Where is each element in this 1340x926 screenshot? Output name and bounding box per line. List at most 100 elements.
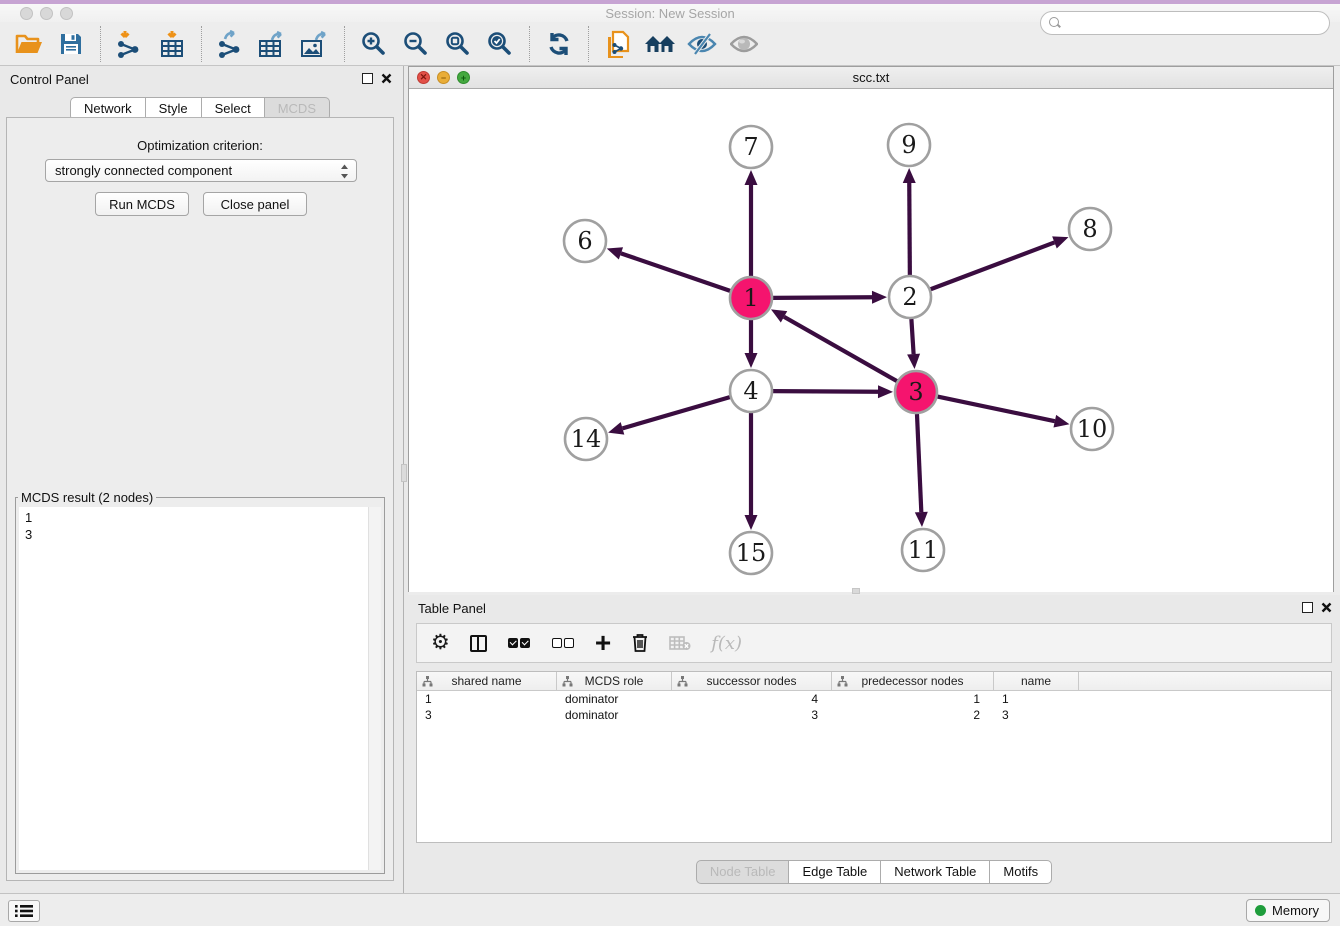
graph-edge-1-6[interactable] bbox=[621, 253, 730, 291]
graph-node-label-6: 6 bbox=[577, 227, 592, 255]
zoom-in-icon[interactable] bbox=[356, 26, 392, 62]
table-cell[interactable]: 1 bbox=[417, 692, 557, 706]
table-cell[interactable]: 3 bbox=[672, 708, 832, 722]
select-all-icon[interactable] bbox=[507, 631, 531, 655]
mcds-result-group: MCDS result (2 nodes) 1 3 bbox=[15, 490, 385, 874]
zoom-selected-icon[interactable] bbox=[482, 26, 518, 62]
memory-button[interactable]: Memory bbox=[1246, 899, 1330, 922]
table-panel: Table Panel ⚙ + f(x) shared nameMCDS rol… bbox=[408, 595, 1340, 893]
toolbar-separator bbox=[344, 26, 345, 62]
import-network-icon[interactable] bbox=[112, 26, 148, 62]
search-box[interactable] bbox=[1040, 11, 1330, 35]
network-canvas[interactable]: 7968124314101511 bbox=[409, 89, 1333, 592]
graph-edge-3-11[interactable] bbox=[917, 414, 921, 512]
mcds-result-area[interactable]: 1 3 bbox=[19, 507, 381, 870]
graph-node-label-7: 7 bbox=[743, 133, 758, 161]
optimization-criterion-label: Optimization criterion: bbox=[7, 138, 393, 153]
zoom-out-icon[interactable] bbox=[398, 26, 434, 62]
float-table-panel-icon[interactable] bbox=[1302, 602, 1313, 613]
table-header-row: shared nameMCDS rolesuccessor nodesprede… bbox=[417, 672, 1331, 691]
zoom-fit-icon[interactable] bbox=[440, 26, 476, 62]
network-table-splitter-handle[interactable] bbox=[852, 588, 860, 594]
table-cell[interactable]: 1 bbox=[994, 692, 1079, 706]
optimization-criterion-select[interactable]: strongly connected component bbox=[45, 159, 357, 182]
panel-splitter[interactable] bbox=[400, 66, 408, 893]
refresh-icon[interactable] bbox=[541, 26, 577, 62]
task-history-button[interactable] bbox=[8, 900, 40, 922]
mcds-result-text: 1 3 bbox=[25, 509, 32, 543]
column-header-shared-name[interactable]: shared name bbox=[417, 672, 557, 690]
column-header-successor-nodes[interactable]: successor nodes bbox=[672, 672, 832, 690]
clone-network-icon[interactable] bbox=[600, 26, 636, 62]
table-tab-node-table[interactable]: Node Table bbox=[696, 860, 790, 884]
table-panel-title: Table Panel bbox=[418, 601, 486, 616]
graph-edge-3-10[interactable] bbox=[938, 397, 1055, 422]
result-scrollbar[interactable] bbox=[368, 507, 381, 870]
add-column-icon[interactable]: + bbox=[595, 631, 611, 655]
table-tab-motifs[interactable]: Motifs bbox=[990, 860, 1052, 884]
delete-column-icon[interactable] bbox=[631, 631, 649, 655]
export-network-icon[interactable] bbox=[213, 26, 249, 62]
graph-edge-arrow bbox=[907, 354, 920, 369]
table-cell[interactable]: 1 bbox=[832, 692, 994, 706]
search-input[interactable] bbox=[1067, 16, 1317, 31]
table-cell[interactable]: dominator bbox=[557, 692, 672, 706]
search-icon bbox=[1049, 17, 1062, 30]
table-cell[interactable]: 3 bbox=[994, 708, 1079, 722]
table-row[interactable]: 1dominator411 bbox=[417, 691, 1331, 707]
splitter-handle[interactable] bbox=[401, 464, 407, 482]
import-table-icon[interactable] bbox=[154, 26, 190, 62]
node-table[interactable]: shared nameMCDS rolesuccessor nodesprede… bbox=[416, 671, 1332, 843]
graph-edge-arrow bbox=[1052, 236, 1068, 248]
graph-node-label-2: 2 bbox=[902, 283, 917, 311]
graph-edge-2-3[interactable] bbox=[911, 319, 913, 354]
close-panel-icon[interactable] bbox=[381, 73, 392, 84]
table-cell[interactable]: 2 bbox=[832, 708, 994, 722]
select-stepper-icon bbox=[340, 164, 349, 182]
graph-edge-4-3[interactable] bbox=[773, 391, 878, 392]
graph-node-label-15: 15 bbox=[736, 539, 767, 567]
graph-edge-1-2[interactable] bbox=[773, 297, 872, 298]
float-panel-icon[interactable] bbox=[362, 73, 373, 84]
save-session-icon[interactable] bbox=[53, 26, 89, 62]
close-panel-button[interactable]: Close panel bbox=[203, 192, 307, 216]
open-file-icon[interactable] bbox=[11, 26, 47, 62]
close-table-panel-icon[interactable] bbox=[1321, 602, 1332, 613]
column-header-name[interactable]: name bbox=[994, 672, 1079, 690]
table-settings-icon[interactable]: ⚙ bbox=[431, 631, 450, 655]
graph-edge-2-9[interactable] bbox=[909, 183, 910, 275]
mcds-result-title: MCDS result (2 nodes) bbox=[18, 490, 156, 505]
export-image-icon[interactable] bbox=[297, 26, 333, 62]
table-tab-network-table[interactable]: Network Table bbox=[881, 860, 990, 884]
show-columns-icon[interactable] bbox=[470, 631, 487, 655]
table-tab-edge-table[interactable]: Edge Table bbox=[789, 860, 881, 884]
toolbar-separator bbox=[201, 26, 202, 62]
graph-edge-4-14[interactable] bbox=[622, 397, 729, 428]
graph-edge-arrow bbox=[607, 247, 623, 259]
render-detail-icon bbox=[726, 26, 762, 62]
selected-option: strongly connected component bbox=[55, 163, 232, 178]
table-cell[interactable]: 3 bbox=[417, 708, 557, 722]
graph-node-label-14: 14 bbox=[571, 425, 602, 453]
graph-edge-arrow bbox=[745, 353, 758, 368]
column-header-MCDS-role[interactable]: MCDS role bbox=[557, 672, 672, 690]
table-cell[interactable]: dominator bbox=[557, 708, 672, 722]
unselect-all-icon[interactable] bbox=[551, 631, 575, 655]
graph-edge-2-8[interactable] bbox=[931, 242, 1055, 289]
graph-node-label-3: 3 bbox=[908, 378, 923, 406]
graph-edge-3-1[interactable] bbox=[784, 317, 897, 381]
hide-graphics-details-icon[interactable] bbox=[684, 26, 720, 62]
run-mcds-button[interactable]: Run MCDS bbox=[95, 192, 189, 216]
network-title: scc.txt bbox=[409, 70, 1333, 85]
function-builder-icon-disabled: f(x) bbox=[711, 631, 742, 655]
table-row[interactable]: 3dominator323 bbox=[417, 707, 1331, 723]
export-table-icon[interactable] bbox=[255, 26, 291, 62]
network-window-titlebar[interactable]: ✕ − + scc.txt bbox=[409, 67, 1333, 89]
toolbar-separator bbox=[100, 26, 101, 62]
column-header-predecessor-nodes[interactable]: predecessor nodes bbox=[832, 672, 994, 690]
home-layout-icon[interactable] bbox=[642, 26, 678, 62]
table-cell[interactable]: 4 bbox=[672, 692, 832, 706]
graph-node-label-8: 8 bbox=[1082, 215, 1097, 243]
graph-edge-arrow bbox=[745, 170, 758, 185]
network-view-window: ✕ − + scc.txt 7968124314101511 bbox=[408, 66, 1334, 592]
